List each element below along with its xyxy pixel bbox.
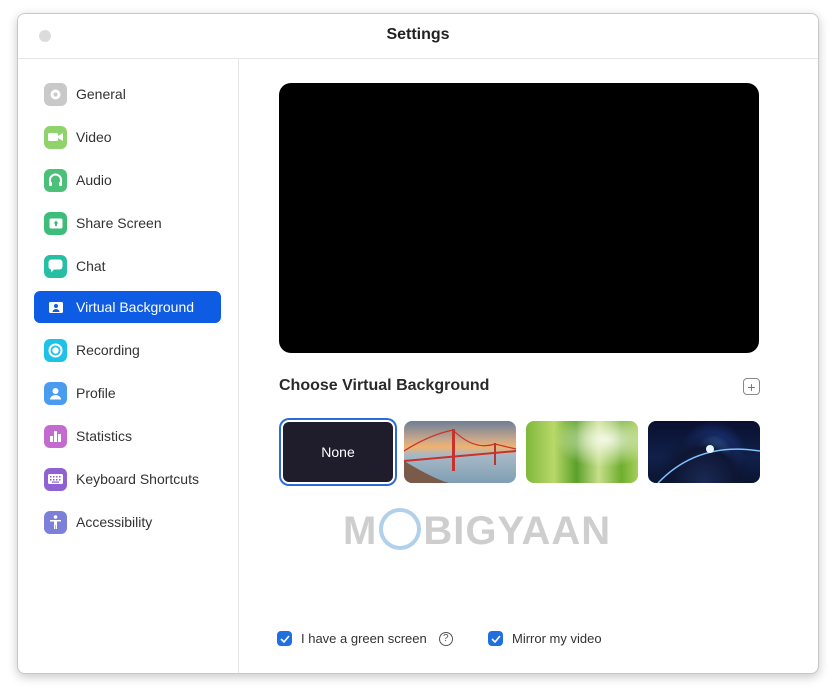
sidebar-item-video[interactable]: Video [34,121,221,153]
sidebar-item-general[interactable]: General [34,78,221,110]
video-camera-icon [44,125,67,149]
sidebar-item-label: General [76,86,126,102]
accessibility-icon [44,510,67,534]
gear-icon [44,82,67,106]
sidebar-item-label: Video [76,129,112,145]
person-card-icon [44,296,67,319]
sidebar-item-accessibility[interactable]: Accessibility [34,506,221,538]
sidebar-item-label: Share Screen [76,215,162,231]
bridge-image [404,429,516,483]
window-title: Settings [386,26,450,43]
watermark: M BIGYAAN [343,508,612,553]
background-option-label: None [321,444,355,460]
title-bar: Settings [18,14,818,59]
plus-icon: + [747,378,756,395]
sidebar-item-keyboard-shortcuts[interactable]: Keyboard Shortcuts [34,463,221,495]
sidebar-item-label: Chat [76,258,106,274]
checkmark-icon [279,634,290,643]
keyboard-icon [44,467,67,491]
chat-bubble-icon [44,254,67,278]
checkmark-icon [490,634,501,643]
section-title: Choose Virtual Background [279,377,490,394]
sidebar-item-label: Recording [76,342,140,358]
sidebar-item-label: Audio [76,172,112,188]
sidebar-item-label: Keyboard Shortcuts [76,471,199,487]
sidebar-item-chat[interactable]: Chat [34,250,221,282]
video-preview [279,83,759,353]
sidebar-item-share-screen[interactable]: Share Screen [34,207,221,239]
sidebar-item-statistics[interactable]: Statistics [34,420,221,452]
sidebar-item-audio[interactable]: Audio [34,164,221,196]
record-icon [44,338,67,362]
green-screen-checkbox[interactable] [277,631,292,646]
mirror-video-checkbox[interactable] [488,631,503,646]
green-screen-checkbox-row[interactable]: I have a green screen ? [277,631,453,646]
settings-window: Settings General Video Audio Share Scree… [17,13,819,674]
add-background-button[interactable]: + [743,378,760,395]
background-option-grass[interactable] [526,421,638,483]
sidebar-item-label: Virtual Background [76,299,195,315]
mirror-video-label: Mirror my video [512,631,602,646]
background-option-none[interactable]: None [281,420,395,484]
bar-chart-icon [44,424,67,448]
person-icon [44,381,67,405]
sidebar: General Video Audio Share Screen Chat Vi… [18,59,239,673]
sidebar-item-virtual-background[interactable]: Virtual Background [34,291,221,323]
background-option-golden-gate-bridge[interactable] [404,421,516,483]
share-screen-icon [44,211,67,235]
watermark-phone-icon [379,508,422,551]
sidebar-item-profile[interactable]: Profile [34,377,221,409]
background-option-earth[interactable] [648,421,760,483]
sidebar-item-label: Statistics [76,428,133,444]
sidebar-item-label: Profile [76,385,116,401]
sidebar-item-label: Accessibility [76,514,153,530]
virtual-background-panel: Choose Virtual Background + None MBIGYA [239,59,818,673]
mirror-video-checkbox-row[interactable]: Mirror my video [488,631,602,646]
headphones-icon [44,168,67,192]
help-icon[interactable]: ? [438,631,453,646]
green-screen-label: I have a green screen [301,631,427,646]
sidebar-item-recording[interactable]: Recording [34,334,221,366]
earth-image [657,445,760,483]
